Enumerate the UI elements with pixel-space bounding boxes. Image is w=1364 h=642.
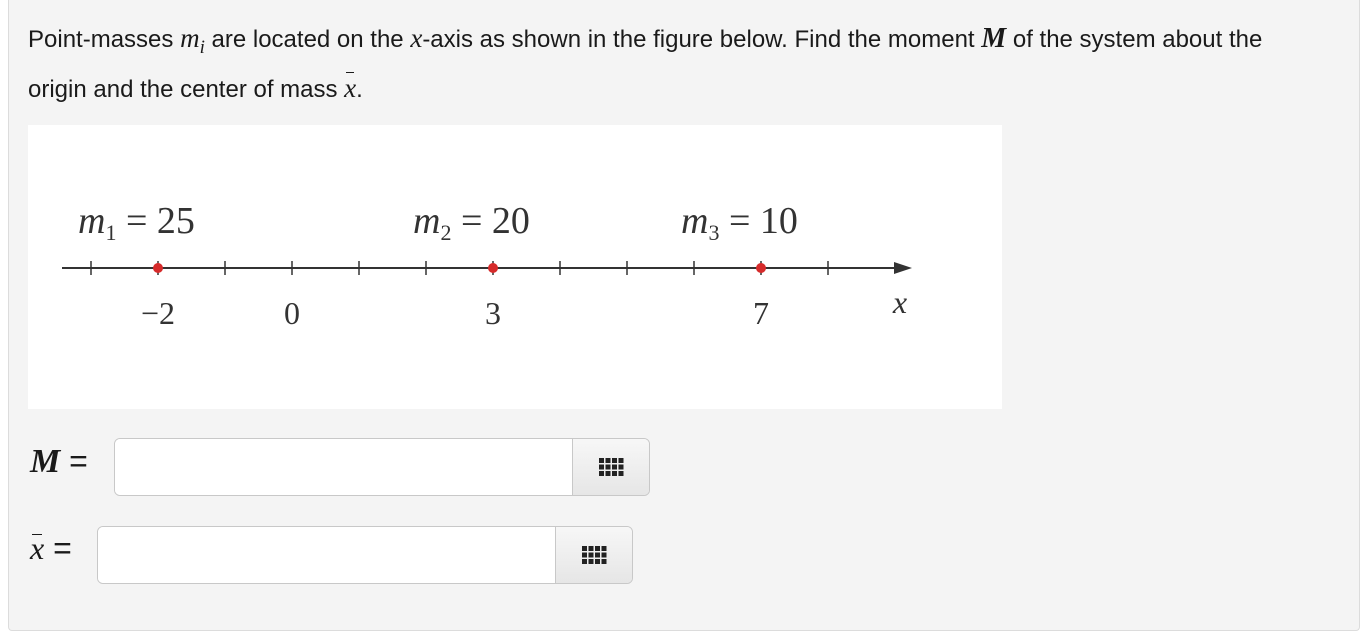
origin-label: 0 — [284, 295, 300, 331]
question-card: Point-masses mi are located on the x-axi… — [8, 0, 1360, 631]
position-label-2: 3 — [485, 295, 501, 331]
mass-point-1 — [153, 263, 163, 273]
keypad-grid-icon — [582, 546, 607, 564]
moment-keypad-button[interactable] — [572, 439, 649, 495]
number-line-figure: m1 = 25 −2 m2 = 20 3 m3 = 10 7 0 x — [28, 125, 1002, 409]
center-label: x = — [30, 530, 72, 566]
center-of-mass-input[interactable] — [98, 527, 555, 583]
mass-label-1: m1 = 25 — [78, 200, 195, 245]
position-label-1: −2 — [141, 295, 175, 331]
question-text: Point-masses mi are located on the x-axi… — [28, 18, 1318, 110]
keypad-grid-icon — [599, 458, 624, 476]
center-keypad-button[interactable] — [555, 527, 632, 583]
mass-point-2 — [488, 263, 498, 273]
moment-label: M = — [30, 443, 88, 480]
position-label-3: 7 — [753, 295, 769, 331]
center-answer-group — [97, 526, 633, 584]
x-axis-arrowhead — [894, 262, 912, 274]
moment-input[interactable] — [115, 439, 572, 495]
moment-answer-group — [114, 438, 650, 496]
number-line-svg: m1 = 25 −2 m2 = 20 3 m3 = 10 7 0 x — [62, 200, 912, 331]
mass-label-3: m3 = 10 — [681, 200, 798, 245]
x-axis-label: x — [892, 284, 907, 320]
mass-label-2: m2 = 20 — [413, 200, 530, 245]
mass-point-3 — [756, 263, 766, 273]
